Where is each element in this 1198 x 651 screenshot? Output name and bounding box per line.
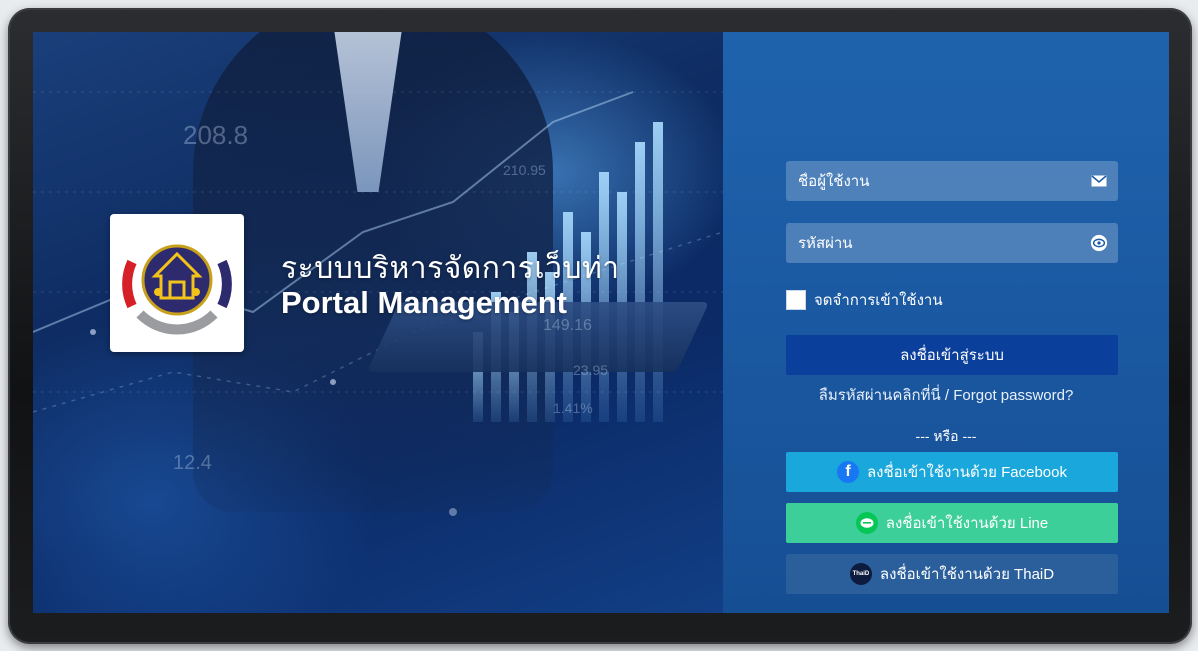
- thaid-login-button[interactable]: ThaiD ลงชื่อเข้าใช้งานด้วย ThaiD: [786, 554, 1118, 594]
- login-button[interactable]: ลงชื่อเข้าสู่ระบบ: [786, 335, 1118, 375]
- username-field[interactable]: [786, 161, 1118, 201]
- organization-logo: [110, 214, 244, 352]
- line-login-button[interactable]: ลงชื่อเข้าใช้งานด้วย Line: [786, 503, 1118, 543]
- hero-title-thai: ระบบบริหารจัดการเว็บท่า: [281, 252, 620, 285]
- hero-bg-number: 208.8: [183, 120, 249, 150]
- hero-bg-number: 210.95: [503, 162, 546, 178]
- login-panel: จดจำการเข้าใช้งาน ลงชื่อเข้าสู่ระบบ ลืมร…: [723, 32, 1169, 613]
- envelope-icon: [1090, 172, 1108, 190]
- hero-bg-number: 12.4: [173, 452, 212, 474]
- password-field[interactable]: [786, 223, 1118, 263]
- remember-checkbox[interactable]: [786, 290, 806, 310]
- hero-title: ระบบบริหารจัดการเว็บท่า Portal Managemen…: [281, 252, 620, 320]
- remember-label: จดจำการเข้าใช้งาน: [814, 292, 943, 309]
- hero-bg-number: 23.95: [573, 362, 609, 378]
- password-input[interactable]: [796, 233, 1090, 253]
- thaid-icon: ThaiD: [849, 563, 872, 585]
- screen: 208.8 210.95 149.16 23.95 1.41% 12.4 ระบ…: [33, 32, 1169, 613]
- facebook-icon: f: [836, 461, 859, 483]
- forgot-password-link[interactable]: ลืมรหัสผ่านคลิกที่นี่ / Forgot password?: [723, 383, 1169, 407]
- line-icon: [855, 512, 878, 534]
- hero-panel: 208.8 210.95 149.16 23.95 1.41% 12.4 ระบ…: [33, 32, 723, 613]
- eye-icon[interactable]: [1090, 234, 1108, 252]
- username-input[interactable]: [796, 171, 1090, 191]
- facebook-login-label: ลงชื่อเข้าใช้งานด้วย Facebook: [866, 464, 1067, 481]
- hero-bg-number: 1.41%: [553, 400, 593, 416]
- login-button-label: ลงชื่อเข้าสู่ระบบ: [900, 347, 1004, 364]
- remember-me[interactable]: จดจำการเข้าใช้งาน: [786, 288, 943, 312]
- line-login-label: ลงชื่อเข้าใช้งานด้วย Line: [885, 515, 1049, 532]
- hero-title-english: Portal Management: [281, 285, 567, 320]
- facebook-login-button[interactable]: f ลงชื่อเข้าใช้งานด้วย Facebook: [786, 452, 1118, 492]
- seal-icon: [122, 244, 232, 335]
- thaid-login-label: ลงชื่อเข้าใช้งานด้วย ThaiD: [879, 566, 1055, 583]
- or-divider: --- หรือ ---: [915, 428, 977, 444]
